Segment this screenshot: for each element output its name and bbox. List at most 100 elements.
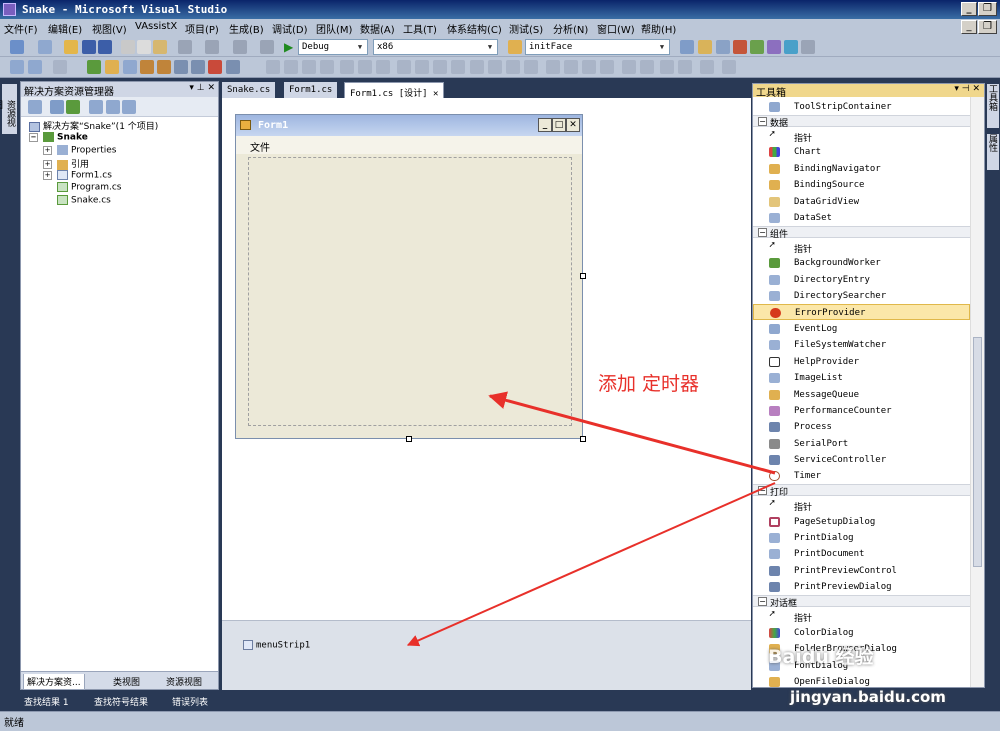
v-spacing-remove-icon[interactable] [600,60,614,74]
tab-snake-cs[interactable]: Snake.cs [222,82,276,99]
toolbox-item[interactable]: FileSystemWatcher [753,337,970,353]
toolbox-item[interactable]: ToolStripContainer [753,99,970,115]
grid-icon[interactable] [28,60,42,74]
toolbox-item[interactable]: PerformanceCounter [753,403,970,419]
menu-edit[interactable]: 编辑(E) [48,21,82,36]
save-all-icon[interactable] [98,40,112,54]
menu-file[interactable]: 文件(F) [4,21,38,36]
view-designer-icon[interactable] [106,100,120,114]
check-icon[interactable] [87,60,101,74]
v-spacing-decrease-icon[interactable] [582,60,596,74]
find-in-files-icon[interactable] [508,40,522,54]
toolbox-item[interactable]: SerialPort [753,436,970,452]
project-node[interactable]: − Snake [29,132,88,143]
toolbox-item[interactable]: Process [753,419,970,435]
start-debugging-icon[interactable]: ▶ [284,40,298,54]
toolbox-item[interactable]: PrintDialog [753,530,970,546]
tab-form1-designer[interactable]: Form1.cs [设计] ✕ [344,82,445,99]
align-bottom-icon[interactable] [358,60,372,74]
bring-to-front-icon[interactable] [660,60,674,74]
code-icon[interactable] [191,60,205,74]
resize-handle-right[interactable] [580,273,586,279]
center-horizontal-icon[interactable] [622,60,636,74]
minimize-button[interactable]: _ [961,2,977,16]
toolbox-category-printing[interactable]: − 打印 [753,484,970,498]
align-right-icon[interactable] [302,60,316,74]
toolbox-item-timer[interactable]: Timer [753,468,970,484]
redo-icon[interactable] [205,40,219,54]
toolbox-item[interactable]: OpenFileDialog [753,674,970,687]
properties-icon[interactable] [28,100,42,114]
folder-icon[interactable] [105,60,119,74]
expand-icon[interactable]: + [43,145,52,155]
toolbox-item[interactable]: ColorDialog [753,625,970,641]
scrollbar-thumb[interactable] [973,337,982,567]
resize-handle-corner[interactable] [580,436,586,442]
layout-icon[interactable] [10,60,24,74]
cut-icon[interactable] [121,40,135,54]
tree-item-properties[interactable]: + Properties [43,145,116,156]
save-icon[interactable] [82,40,96,54]
toolbox-item[interactable]: PrintPreviewControl [753,563,970,579]
toolbox-item[interactable]: ServiceController [753,452,970,468]
menu-architecture[interactable]: 体系结构(C) [447,21,502,36]
same-height-icon[interactable] [415,60,429,74]
refresh-icon[interactable] [66,100,80,114]
tab-find-results[interactable]: 查找结果 1 [24,695,69,708]
start-page-icon[interactable] [750,40,764,54]
h-spacing-decrease-icon[interactable] [506,60,520,74]
copy-icon[interactable] [137,40,151,54]
toolbox-item[interactable]: PageSetupDialog [753,514,970,530]
size-to-grid-icon[interactable] [451,60,465,74]
menu-analyze[interactable]: 分析(N) [553,21,588,36]
toolbox-item[interactable]: HelpProvider [753,354,970,370]
align-middle-icon[interactable] [340,60,354,74]
toolbox-category-data[interactable]: − 数据 [753,115,970,129]
v-spacing-increase-icon[interactable] [564,60,578,74]
toolbox-item[interactable]: ➚ 指针 [753,497,970,513]
object-browser-icon[interactable] [716,40,730,54]
find-combo[interactable]: initFace ▼ [525,39,670,55]
toolbox-category-components[interactable]: − 组件 [753,226,970,240]
menu-debug[interactable]: 调试(D) [272,21,308,36]
tab-class-view[interactable]: 类视图 [110,674,143,689]
tab-find-symbol-results[interactable]: 查找符号结果 [94,695,148,708]
toolbox-item[interactable]: Chart [753,144,970,160]
toolbox-item[interactable]: BindingNavigator [753,161,970,177]
form-menu-file[interactable]: 文件 [250,139,270,154]
navigate-forward-icon[interactable] [260,40,274,54]
spell-check-icon[interactable] [208,60,222,74]
menu-view[interactable]: 视图(V) [92,21,127,36]
h-spacing-remove-icon[interactable] [524,60,538,74]
resize-handle-bottom[interactable] [406,436,412,442]
solution-explorer-icon[interactable] [680,40,694,54]
menu-vassistx[interactable]: VAssistX [135,21,177,32]
expand-icon[interactable]: + [43,160,52,169]
toolbox-item[interactable]: ➚ 指针 [753,239,970,255]
command-window-icon[interactable] [784,40,798,54]
tree-item-snake[interactable]: Snake.cs [57,195,111,206]
tray-component-menustrip[interactable]: menuStrip1 [243,640,310,651]
menu-team[interactable]: 团队(M) [316,21,352,36]
new-project-icon[interactable] [10,40,24,54]
toolbox-item[interactable]: DirectoryEntry [753,272,970,288]
toolbox-item[interactable]: ➚ 指针 [753,608,970,624]
tab-form1-cs[interactable]: Form1.cs [284,82,338,99]
platform-combo[interactable]: x86 ▼ [373,39,498,55]
format-icon[interactable] [226,60,240,74]
lock-controls-icon[interactable] [722,60,736,74]
toolbox-item[interactable]: DataGridView [753,194,970,210]
menu-test[interactable]: 测试(S) [509,21,543,36]
align-left-icon[interactable] [266,60,280,74]
align-center-icon[interactable] [284,60,298,74]
restore-button[interactable]: ❐ [978,2,997,16]
class-icon[interactable] [140,60,154,74]
toolbox-item[interactable]: DataSet [753,210,970,226]
component-tray[interactable] [222,620,751,690]
same-width-icon[interactable] [397,60,411,74]
options-icon[interactable] [801,40,815,54]
align-grid-icon[interactable] [376,60,390,74]
tree-item-references[interactable]: + 引用 [43,157,89,170]
toolbox-category-dialogs[interactable]: − 对话框 [753,595,970,609]
panel-buttons[interactable]: ▾ ⊣ ✕ [954,84,980,94]
